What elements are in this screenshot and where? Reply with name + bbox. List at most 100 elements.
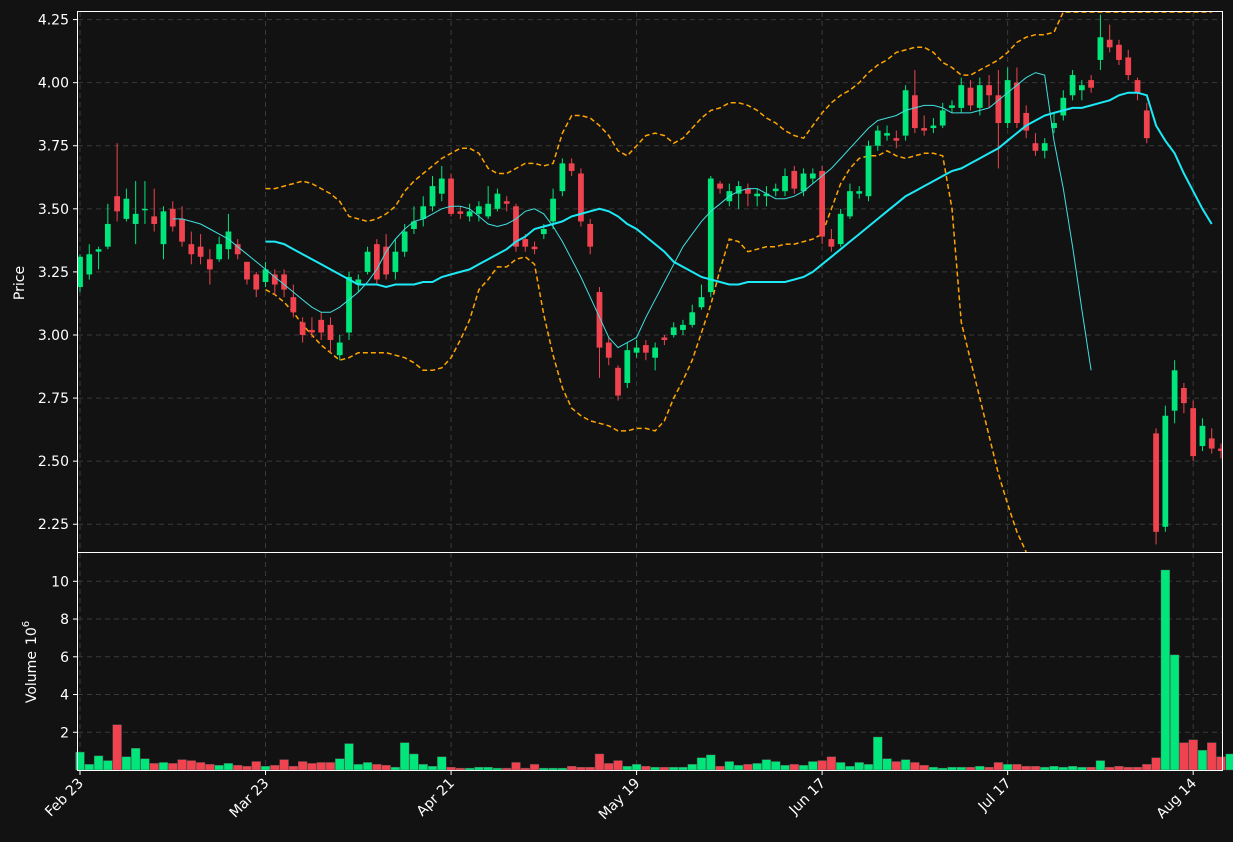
volume-bar — [965, 766, 976, 771]
candle-body — [392, 251, 399, 272]
candle-body — [670, 327, 677, 335]
candle-body — [160, 211, 167, 245]
volume-bar — [529, 764, 540, 771]
candle-body — [921, 128, 928, 131]
volume-bar — [1030, 766, 1041, 771]
volume-bar — [734, 765, 744, 771]
volume-bar — [928, 766, 939, 771]
volume-bar — [511, 762, 521, 771]
candle-body — [986, 85, 992, 96]
volume-bar — [585, 766, 595, 771]
volume-bar — [353, 764, 363, 771]
candle-body — [967, 87, 974, 106]
volume-bar — [984, 766, 994, 771]
volume-bar — [1132, 766, 1143, 771]
candle-body — [1190, 408, 1197, 457]
candle-body — [290, 297, 297, 313]
candle-body — [837, 213, 844, 245]
candle-body — [401, 231, 408, 252]
volume-bar — [975, 766, 985, 771]
volume-bar — [520, 767, 530, 771]
volume-bar — [177, 759, 187, 771]
volume-bar — [372, 764, 382, 771]
volume-bar — [1105, 766, 1115, 771]
price-tick-label: 2.75 — [38, 391, 69, 407]
volume-bar — [1003, 764, 1013, 771]
volume-bar — [325, 762, 336, 771]
volume-bar — [84, 764, 94, 771]
volume-bar — [724, 761, 734, 771]
candle-body — [698, 297, 705, 308]
candle-body — [624, 350, 631, 383]
candle-body — [1041, 143, 1048, 151]
candle-body — [587, 223, 594, 247]
candle-body — [114, 196, 120, 212]
candle-body — [754, 193, 761, 197]
price-tick-label: 4.25 — [38, 13, 69, 29]
volume-tick-label: 2 — [60, 725, 69, 741]
candle-body — [661, 337, 668, 341]
price-tick-label: 2.25 — [38, 517, 69, 533]
volume-bar — [492, 767, 503, 771]
candle-body — [485, 203, 492, 217]
volume-bar — [1225, 753, 1233, 771]
volume-axis-label-text: Volume — [24, 651, 40, 703]
candle-body — [615, 367, 621, 396]
candle-body — [856, 191, 863, 194]
volume-bar — [1151, 757, 1161, 771]
volume-bar — [242, 766, 252, 771]
volume-bar — [836, 762, 846, 771]
volume-bar — [1067, 766, 1078, 771]
candle-body — [1097, 37, 1104, 60]
candle-body — [884, 133, 890, 136]
candle-body — [1088, 80, 1095, 88]
volume-bar — [344, 743, 354, 771]
volume-bar — [465, 767, 475, 771]
volume-bar — [817, 760, 827, 771]
candle-body — [939, 110, 946, 126]
candle-body — [809, 173, 816, 179]
candle-body — [1153, 433, 1159, 532]
volume-bar — [335, 758, 345, 771]
candle-body — [476, 206, 482, 214]
volume-bar — [270, 765, 280, 771]
volume-bar — [789, 764, 799, 771]
candle-body — [522, 239, 529, 247]
volume-bar — [613, 760, 623, 771]
volume-bar — [604, 763, 614, 771]
volume-bar — [149, 763, 159, 771]
candle-body — [1069, 75, 1076, 96]
volume-bar — [863, 764, 874, 771]
candle-body — [1134, 80, 1141, 93]
candle-body — [1208, 438, 1215, 449]
candle-body — [689, 312, 696, 325]
candle-body — [373, 244, 380, 280]
volume-bar — [687, 764, 697, 771]
volume-bar — [576, 766, 586, 771]
volume-bar — [919, 765, 929, 771]
volume-bar — [826, 756, 836, 771]
candle-body — [169, 208, 176, 227]
volume-bar — [567, 766, 577, 771]
candle-body — [605, 342, 612, 358]
volume-bar — [706, 754, 716, 771]
volume-bar — [845, 766, 855, 771]
volume-bar — [362, 762, 373, 771]
volume-bar — [1040, 766, 1050, 771]
volume-bar — [455, 767, 465, 771]
candle-body — [318, 319, 325, 333]
volume-bar — [140, 758, 150, 771]
candle-body — [1116, 44, 1122, 60]
volume-bar — [1123, 766, 1133, 771]
volume-bar — [214, 765, 224, 771]
candle-body — [188, 244, 195, 255]
candle-body — [1004, 80, 1011, 124]
candle-body — [642, 345, 649, 353]
volume-bar — [854, 762, 864, 771]
volume-bar — [1179, 742, 1189, 771]
volume-bar — [1077, 766, 1087, 771]
volume-bar — [251, 761, 261, 771]
volume-axis-exponent-base: 10 — [24, 627, 40, 645]
volume-bar — [316, 762, 326, 771]
candle-body — [494, 193, 501, 209]
